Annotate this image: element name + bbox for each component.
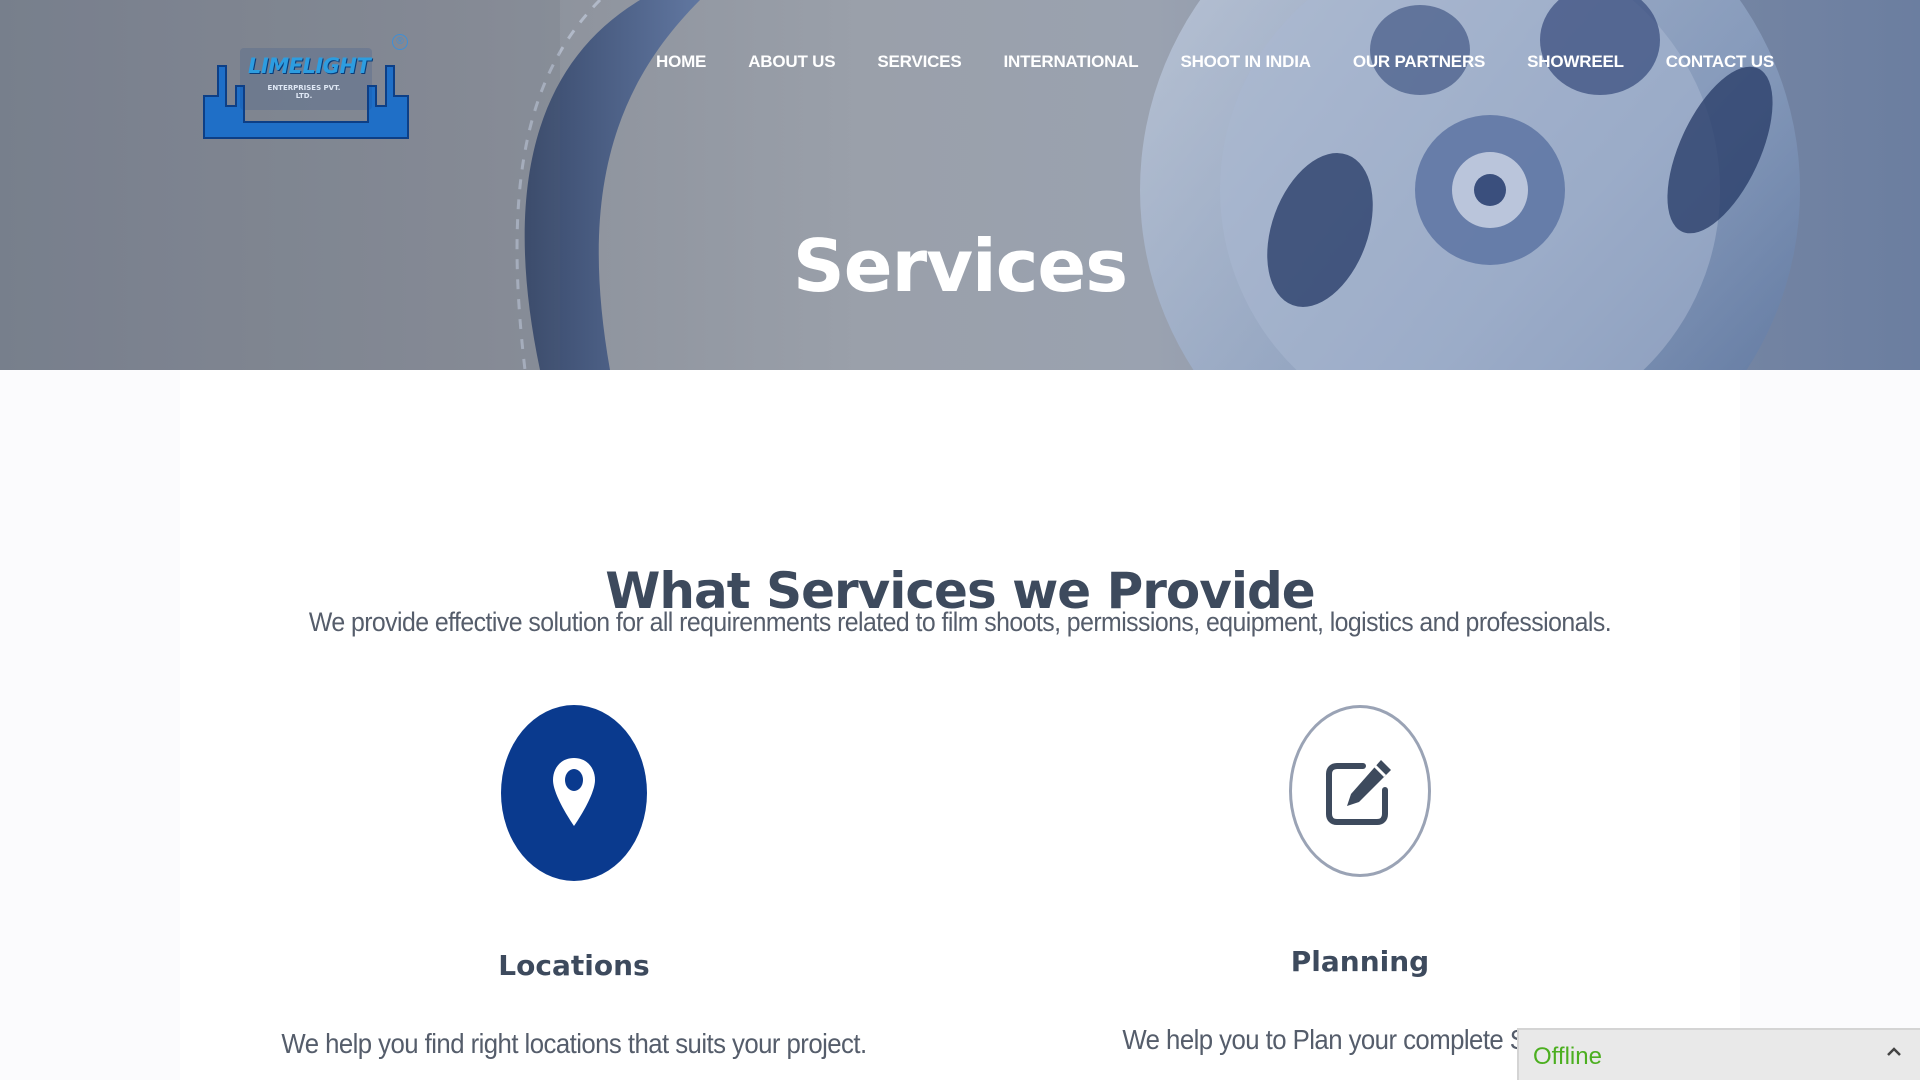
nav-services[interactable]: SERVICES [877,52,961,72]
chevron-up-icon[interactable] [1882,1040,1906,1064]
nav-home[interactable]: HOME [656,52,706,72]
nav-about-us[interactable]: ABOUT US [748,52,835,72]
service-icon-circle[interactable] [501,705,647,881]
nav-showreel[interactable]: SHOWREEL [1527,52,1624,72]
service-description: We help you find right locations that su… [281,1028,867,1059]
nav-international[interactable]: INTERNATIONAL [1003,52,1138,72]
chat-status: Offline [1533,1043,1602,1070]
logo-subtext: ENTERPRISES PVT. LTD. [267,84,341,100]
map-pin-icon [553,758,595,826]
service-title: Planning [1290,945,1430,978]
services-section: What Services we Provide We provide effe… [0,370,1920,1080]
nav-contact-us[interactable]: CONTACT US [1666,52,1774,72]
brand-logo[interactable]: LIMELIGHT ENTERPRISES PVT. LTD. ® [196,26,416,146]
section-subheading: We provide effective solution for all re… [308,607,1612,637]
service-card-planning: Planning We help you to Plan your comple… [1010,705,1710,1056]
nav-shoot-in-india[interactable]: SHOOT IN INDIA [1180,52,1311,72]
hero-banner: LIMELIGHT ENTERPRISES PVT. LTD. ® HOME A… [0,0,1920,370]
chat-widget[interactable]: Offline [1517,1028,1920,1080]
nav-our-partners[interactable]: OUR PARTNERS [1353,52,1486,72]
edit-icon [1326,760,1391,825]
side-strip-left [0,370,180,1080]
logo-text: LIMELIGHT [248,54,371,78]
service-card-locations: Locations We help you find right locatio… [224,705,924,1060]
page-title: Services [792,224,1128,309]
service-icon-circle[interactable] [1289,705,1431,877]
side-strip-right [1740,370,1920,1080]
service-title: Locations [498,949,650,982]
registered-mark: ® [392,34,408,50]
main-nav: HOME ABOUT US SERVICES INTERNATIONAL SHO… [656,52,1774,72]
